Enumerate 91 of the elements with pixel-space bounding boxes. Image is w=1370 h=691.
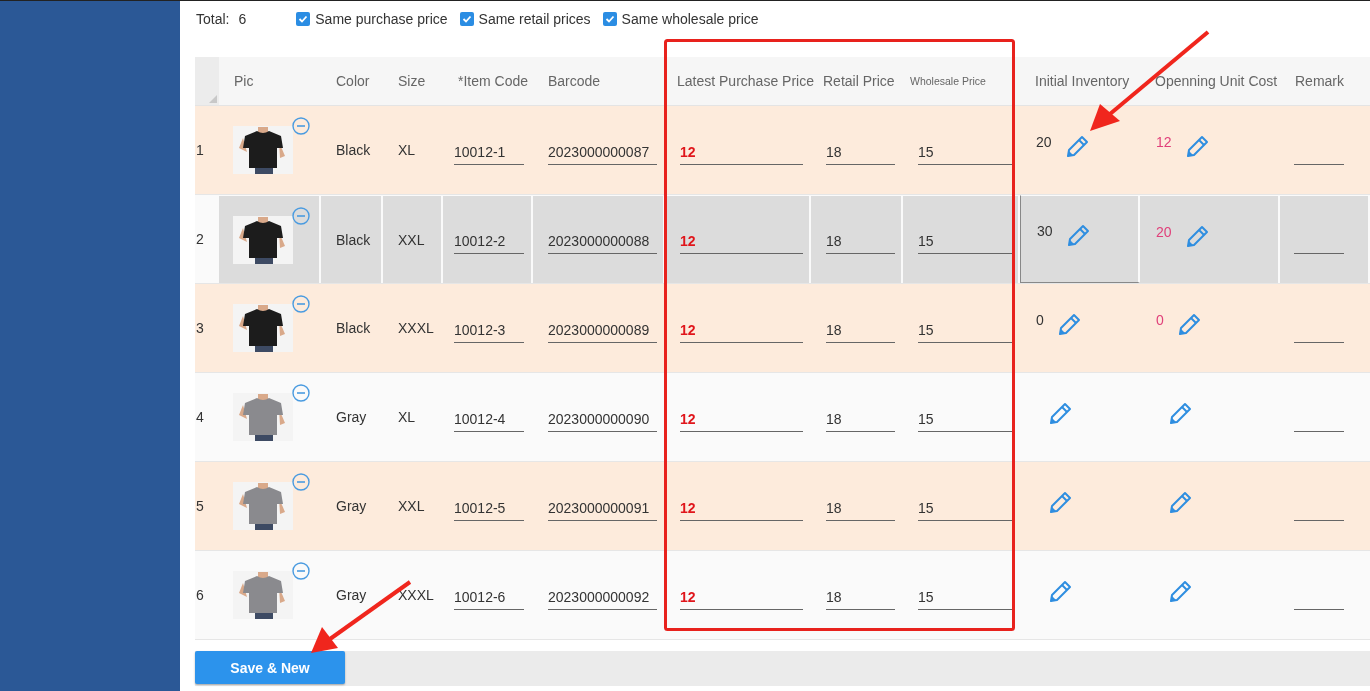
wholesale-price-field[interactable]: 15 — [918, 587, 1013, 610]
table-row[interactable]: 1 Black XL 10012-1 2023000000087 12 18 15 20 12 — [195, 106, 1370, 195]
column-header: Remark — [1294, 72, 1345, 91]
checkbox-label: Same purchase price — [315, 10, 448, 27]
item-code-field[interactable]: 10012-4 — [454, 409, 524, 432]
retail-price-field[interactable]: 18 — [826, 498, 895, 521]
item-code-field[interactable]: 10012-5 — [454, 498, 524, 521]
checkbox[interactable] — [602, 11, 617, 26]
item-code-field[interactable]: 10012-3 — [454, 320, 524, 343]
unit-cost-value: 0 — [1156, 312, 1164, 328]
table-cell-text: Black — [335, 319, 372, 338]
barcode-field[interactable]: 2023000000091 — [548, 498, 657, 521]
corner-icon — [209, 95, 217, 103]
remove-icon[interactable] — [292, 562, 310, 580]
pencil-icon[interactable] — [1167, 579, 1193, 605]
purchase-price-field[interactable]: 12 — [680, 320, 803, 343]
column-header: Size — [397, 72, 427, 91]
table-cell-text: XL — [397, 141, 417, 160]
table-cell-text: 3 — [195, 319, 205, 338]
wholesale-price-field[interactable]: 15 — [918, 498, 1013, 521]
table-cell-text: Black — [335, 141, 372, 160]
unit-cost-value: 12 — [1156, 134, 1172, 150]
purchase-price-field[interactable]: 12 — [680, 142, 803, 165]
table-cell-text: 1 — [195, 141, 205, 160]
purchase-price-field[interactable]: 12 — [680, 498, 803, 521]
retail-price-field[interactable]: 18 — [826, 587, 895, 610]
purchase-price-field[interactable]: 12 — [680, 587, 803, 610]
checkbox-label: Same wholesale price — [621, 10, 759, 27]
purchase-price-field[interactable]: 12 — [680, 409, 803, 432]
wholesale-price-field[interactable]: 15 — [918, 142, 1013, 165]
purchase-price-field[interactable]: 12 — [680, 231, 803, 254]
inventory-value: 20 — [1036, 134, 1052, 150]
retail-price-field[interactable]: 18 — [826, 320, 895, 343]
barcode-field[interactable]: 2023000000087 — [548, 142, 657, 165]
remove-icon[interactable] — [292, 295, 310, 313]
inventory-value: 30 — [1037, 223, 1053, 239]
pencil-icon[interactable] — [1047, 490, 1073, 516]
table-cell-text: 6 — [195, 586, 205, 605]
remove-icon[interactable] — [292, 384, 310, 402]
checkbox[interactable] — [296, 11, 311, 26]
checkbox-label: Same retail prices — [478, 10, 591, 27]
checkbox[interactable] — [459, 11, 474, 26]
table-cell-text: XXL — [397, 497, 426, 516]
barcode-field[interactable]: 2023000000090 — [548, 409, 657, 432]
wholesale-price-field[interactable]: 15 — [918, 409, 1013, 432]
column-header: Barcode — [547, 72, 602, 91]
table-row[interactable]: 3 Black XXXL 10012-3 2023000000089 12 18 15 0 0 — [195, 284, 1370, 373]
table-cell-text: XXXL — [397, 586, 435, 605]
retail-price-field[interactable]: 18 — [826, 142, 895, 165]
remove-icon[interactable] — [292, 117, 310, 135]
barcode-field[interactable]: 2023000000088 — [548, 231, 657, 254]
table-cell-text: 5 — [195, 497, 205, 516]
unit-cost-value: 20 — [1156, 223, 1172, 240]
total-label: Total: — [196, 10, 230, 27]
total-value: 6 — [238, 10, 247, 27]
column-header: Wholesale Price — [909, 74, 987, 89]
retail-price-field[interactable]: 18 — [826, 409, 895, 432]
column-header: Initial Inventory — [1034, 72, 1131, 91]
column-header: Pic — [233, 72, 255, 91]
table-row[interactable]: 5 Gray XXL 10012-5 2023000000091 12 18 15 — [195, 462, 1370, 551]
table-row[interactable]: 2 Black XXL 10012-2 2023000000088 12 18 15 30 20 — [195, 195, 1370, 284]
table-cell-text: Gray — [335, 408, 368, 427]
table-cell-text: Gray — [335, 497, 368, 516]
pencil-icon[interactable] — [1167, 401, 1193, 427]
remove-icon[interactable] — [292, 473, 310, 491]
table-cell: XXL — [383, 195, 443, 283]
table-cell-text: 4 — [195, 408, 205, 427]
pencil-icon[interactable] — [1047, 401, 1073, 427]
inventory-value: 0 — [1036, 312, 1044, 328]
column-header: Retail Price — [822, 72, 896, 91]
pencil-icon[interactable] — [1047, 579, 1073, 605]
table-cell-text: XXXL — [397, 319, 435, 338]
remove-icon[interactable] — [292, 207, 310, 225]
retail-price-field[interactable]: 18 — [826, 231, 895, 254]
table-cell-text: Gray — [335, 586, 368, 605]
table-row[interactable]: 4 Gray XL 10012-4 2023000000090 12 18 15 — [195, 373, 1370, 462]
table-row[interactable]: 6 Gray XXXL 10012-6 2023000000092 12 18 15 — [195, 551, 1370, 640]
pencil-icon[interactable] — [1167, 490, 1193, 516]
column-header: Color — [335, 72, 371, 91]
item-code-field[interactable]: 10012-6 — [454, 587, 524, 610]
wholesale-price-field[interactable]: 15 — [918, 320, 1013, 343]
column-header: Openning Unit Cost — [1154, 72, 1279, 91]
wholesale-price-field[interactable]: 15 — [918, 231, 1013, 254]
item-code-field[interactable]: 10012-1 — [454, 142, 524, 165]
column-header: *Item Code — [457, 72, 530, 91]
item-code-field[interactable]: 10012-2 — [454, 231, 524, 254]
table-cell-text: XL — [397, 408, 417, 427]
table-cell-text: 2 — [195, 230, 205, 249]
barcode-field[interactable]: 2023000000092 — [548, 587, 657, 610]
barcode-field[interactable]: 2023000000089 — [548, 320, 657, 343]
table-cell: Black — [321, 195, 383, 283]
